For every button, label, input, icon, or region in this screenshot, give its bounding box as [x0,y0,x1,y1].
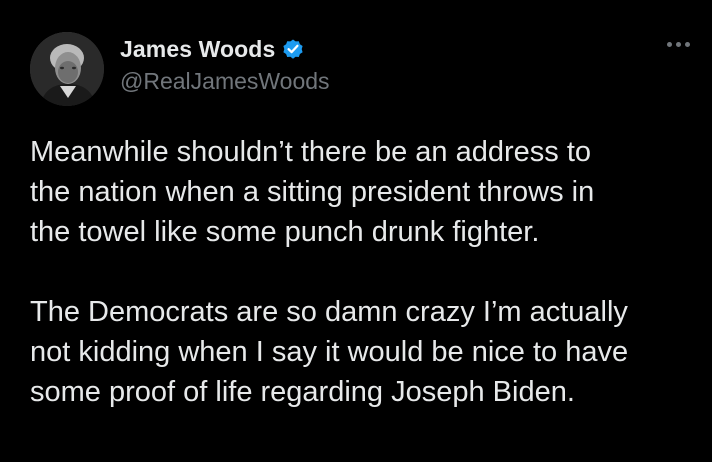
tweet-line: not kidding when I say it would be nice … [30,336,629,368]
author-header: James Woods @RealJamesWoods [120,34,330,95]
more-options-button[interactable] [667,42,690,47]
tweet-text: Meanwhile shouldn’t there be an address … [30,132,690,412]
more-horizontal-icon [685,42,690,47]
more-horizontal-icon [667,42,672,47]
tweet-card: James Woods @RealJamesWoods Meanwhile sh… [0,0,712,462]
tweet-line: some proof of life regarding Joseph Bide… [30,376,575,408]
tweet-paragraph: The Democrats are so damn crazy I’m actu… [30,292,690,412]
tweet-line: Meanwhile shouldn’t there be an address … [30,136,592,168]
more-horizontal-icon [676,42,681,47]
author-avatar[interactable] [30,32,104,106]
profile-photo-icon [30,32,104,106]
verified-badge-icon[interactable] [281,37,305,61]
name-row: James Woods [120,34,330,64]
tweet-line: the towel like some punch drunk fighter. [30,216,540,248]
author-handle[interactable]: @RealJamesWoods [120,68,330,95]
author-display-name[interactable]: James Woods [120,36,275,63]
tweet-paragraph: Meanwhile shouldn’t there be an address … [30,132,690,252]
tweet-line: the nation when a sitting president thro… [30,176,595,208]
tweet-line: The Democrats are so damn crazy I’m actu… [30,296,628,328]
